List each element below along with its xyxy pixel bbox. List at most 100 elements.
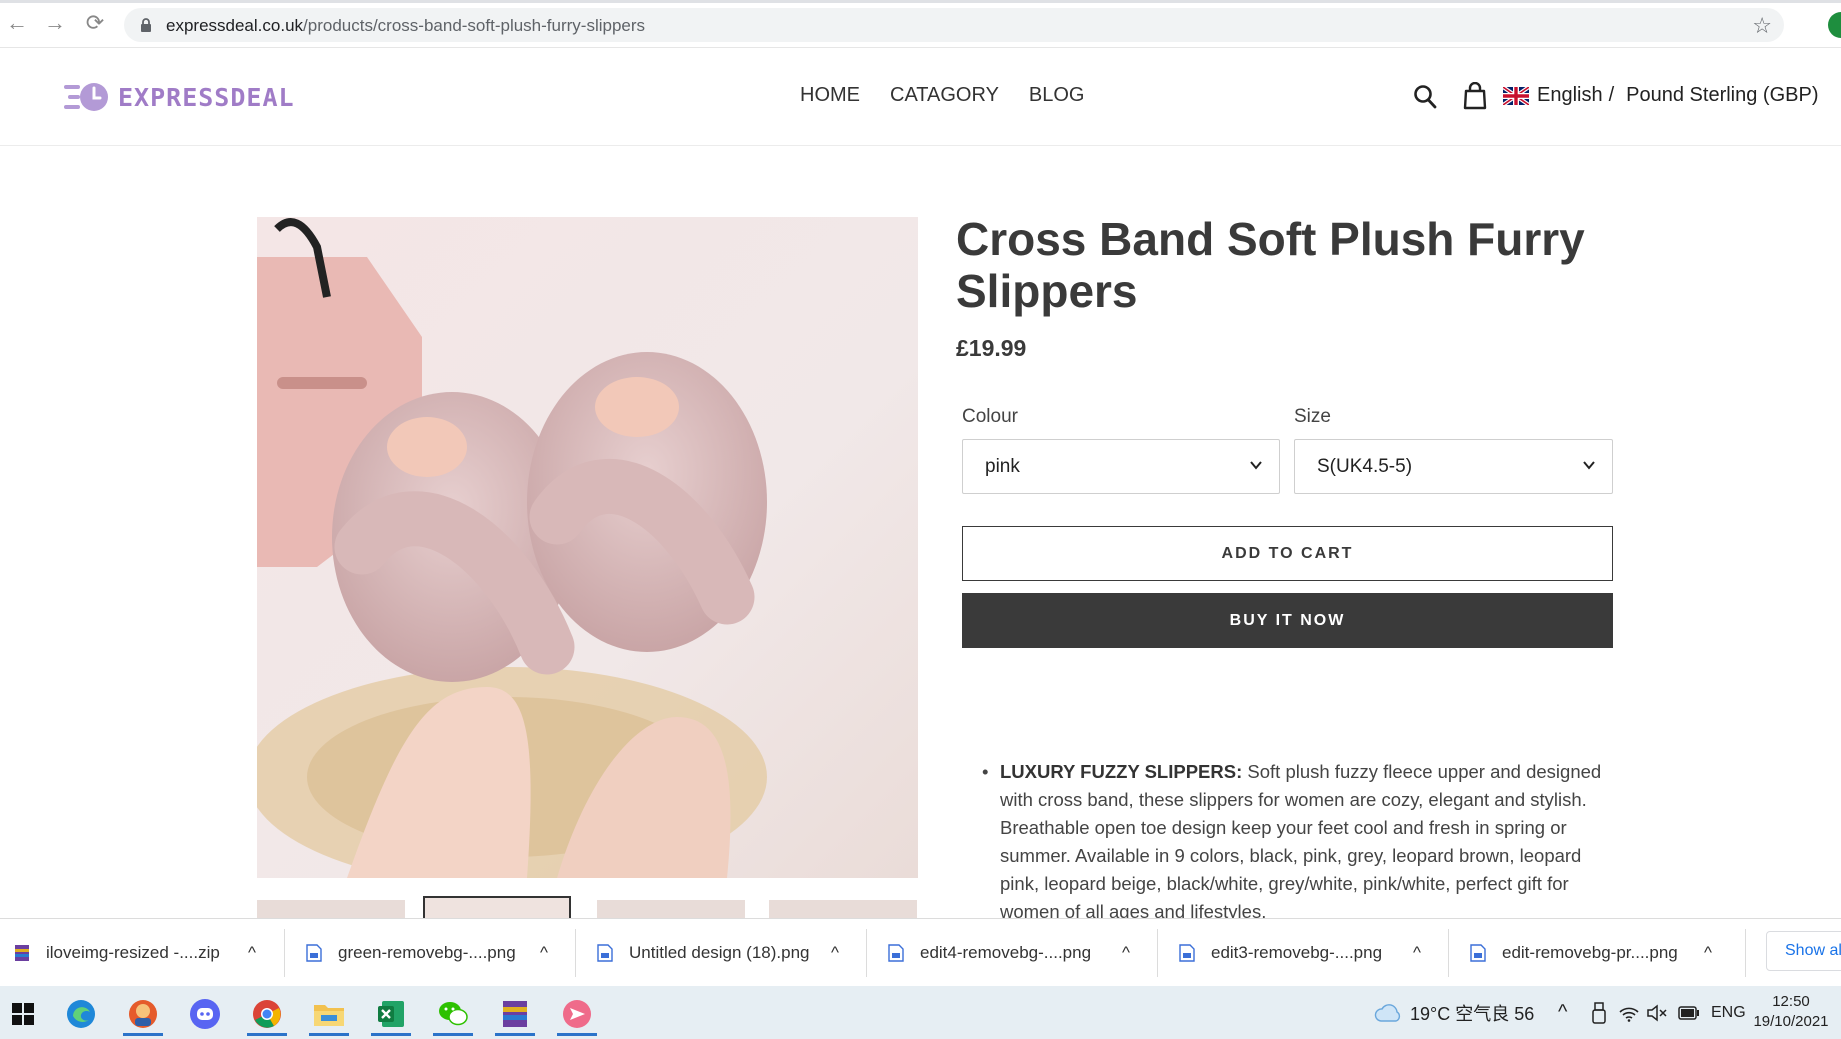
size-selected-value: S(UK4.5-5) <box>1317 456 1413 477</box>
chevron-up-icon[interactable]: ^ <box>1122 919 1130 987</box>
chevron-up-icon[interactable]: ^ <box>831 919 839 987</box>
file-explorer-icon[interactable] <box>306 992 352 1036</box>
product-info: Cross Band Soft Plush Furry Slippers £19… <box>956 213 1616 362</box>
download-filename: green-removebg-....png <box>338 943 516 962</box>
image-file-icon <box>597 944 613 962</box>
archive-file-icon <box>15 945 29 961</box>
image-file-icon <box>888 944 904 962</box>
product-price: £19.99 <box>956 335 1027 361</box>
lock-icon <box>141 18 151 32</box>
volume-muted-icon[interactable] <box>1646 986 1668 1039</box>
download-filename: edit-removebg-pr....png <box>1502 943 1678 962</box>
nav-home[interactable]: HOME <box>800 84 860 107</box>
usb-icon[interactable] <box>1592 986 1606 1039</box>
chevron-up-icon[interactable]: ^ <box>248 919 256 987</box>
description-item: LUXURY FUZZY SLIPPERS: Soft plush fuzzy … <box>982 758 1622 926</box>
back-icon[interactable]: ← <box>4 10 30 36</box>
description-text: Soft plush fuzzy fleece upper and design… <box>1000 761 1602 922</box>
locale-selector[interactable]: English / Pound Sterling (GBP) <box>1503 84 1819 107</box>
weather-widget[interactable]: 19°C 空气良 56 <box>1374 986 1534 1039</box>
chevron-up-icon[interactable]: ^ <box>1704 919 1712 987</box>
chevron-up-icon[interactable]: ^ <box>1413 919 1421 987</box>
product-description: LUXURY FUZZY SLIPPERS: Soft plush fuzzy … <box>982 758 1622 926</box>
windows-start-icon[interactable] <box>0 992 46 1036</box>
divider <box>575 929 576 977</box>
discord-icon[interactable] <box>182 992 228 1036</box>
edge-browser-icon[interactable] <box>58 992 104 1036</box>
bookmark-star-icon[interactable]: ☆ <box>1752 13 1772 39</box>
divider <box>284 929 285 977</box>
chevron-up-icon[interactable]: ^ <box>1558 986 1567 1039</box>
battery-icon[interactable] <box>1678 986 1700 1039</box>
search-icon[interactable] <box>1413 84 1437 110</box>
chrome-icon[interactable] <box>244 992 290 1036</box>
nav-blog[interactable]: BLOG <box>1029 84 1085 107</box>
divider <box>866 929 867 977</box>
image-file-icon <box>1179 944 1195 962</box>
image-file-icon <box>1470 944 1486 962</box>
thumbnail-3[interactable] <box>597 900 745 918</box>
archive-app-icon[interactable] <box>492 992 538 1036</box>
tab-strip-edge <box>0 0 1841 3</box>
divider <box>1448 929 1449 977</box>
download-shelf: iloveimg-resized -....zip ^ green-remove… <box>0 918 1841 986</box>
cart-icon[interactable] <box>1463 82 1487 110</box>
browser-toolbar: ← → ⟳ expressdeal.co.uk/products/cross-b… <box>0 0 1841 48</box>
size-select[interactable]: S(UK4.5-5) <box>1294 439 1613 494</box>
address-bar[interactable]: expressdeal.co.uk/products/cross-band-so… <box>124 8 1784 42</box>
thumbnail-1[interactable] <box>257 900 405 918</box>
download-filename: iloveimg-resized -....zip <box>46 943 220 962</box>
language-label: English <box>1537 84 1603 106</box>
add-to-cart-button[interactable]: ADD TO CART <box>962 526 1613 581</box>
windows-taskbar: 19°C 空气良 56 ^ ENG 12:50 19/10/2021 <box>0 986 1841 1039</box>
image-file-icon <box>306 944 322 962</box>
size-label: Size <box>1294 406 1331 427</box>
wifi-icon[interactable] <box>1618 986 1640 1039</box>
url-text: expressdeal.co.uk/products/cross-band-so… <box>166 16 645 36</box>
colour-select[interactable]: pink <box>962 439 1280 494</box>
divider <box>1745 929 1746 977</box>
reload-icon[interactable]: ⟳ <box>82 10 108 36</box>
download-item[interactable]: Untitled design (18).png <box>597 919 810 987</box>
download-item[interactable]: edit4-removebg-....png <box>888 919 1091 987</box>
product-main-image[interactable] <box>257 217 918 878</box>
chevron-up-icon[interactable]: ^ <box>540 919 548 987</box>
clock-time: 12:50 <box>1772 993 1810 1010</box>
show-all-downloads-button[interactable]: Show all <box>1766 931 1841 971</box>
download-item[interactable]: edit3-removebg-....png <box>1179 919 1382 987</box>
profile-avatar[interactable] <box>1828 12 1841 38</box>
slippers-photo <box>257 217 918 878</box>
forward-icon[interactable]: → <box>42 10 68 36</box>
chevron-down-icon <box>1583 461 1595 470</box>
url-host: expressdeal.co.uk <box>166 16 304 35</box>
excel-icon[interactable] <box>368 992 414 1036</box>
clock-date: 19/10/2021 <box>1753 1013 1829 1030</box>
download-item[interactable]: edit-removebg-pr....png <box>1470 919 1678 987</box>
currency-label: Pound Sterling (GBP) <box>1626 84 1819 106</box>
logo-text: EXPRESSDEAL <box>118 82 295 112</box>
site-logo[interactable]: EXPRESSDEAL <box>64 74 295 120</box>
clock-logo-icon <box>64 83 108 111</box>
thumbnail-4[interactable] <box>769 900 917 918</box>
buy-it-now-button[interactable]: BUY IT NOW <box>962 593 1613 648</box>
chevron-down-icon <box>1250 461 1262 470</box>
download-item[interactable]: green-removebg-....png <box>306 919 516 987</box>
nav-category[interactable]: CATAGORY <box>890 84 999 107</box>
wechat-icon[interactable] <box>430 992 476 1036</box>
colour-selected-value: pink <box>985 456 1020 477</box>
uk-flag-icon <box>1503 86 1529 105</box>
download-item[interactable]: iloveimg-resized -....zip <box>14 919 220 987</box>
messaging-app-icon[interactable] <box>554 992 600 1036</box>
locale-separator: / <box>1608 84 1615 106</box>
product-thumbnails <box>257 896 918 918</box>
product-title: Cross Band Soft Plush Furry Slippers <box>956 213 1585 317</box>
description-heading: LUXURY FUZZY SLIPPERS: <box>1000 761 1243 782</box>
game-app-icon[interactable] <box>120 992 166 1036</box>
input-language[interactable]: ENG <box>1711 986 1746 1039</box>
thumbnail-2[interactable] <box>423 896 571 918</box>
cloud-icon <box>1374 1003 1401 1022</box>
divider <box>1157 929 1158 977</box>
download-filename: edit4-removebg-....png <box>920 943 1092 962</box>
system-clock[interactable]: 12:50 19/10/2021 <box>1745 992 1837 1032</box>
download-filename: Untitled design (18).png <box>629 943 810 962</box>
